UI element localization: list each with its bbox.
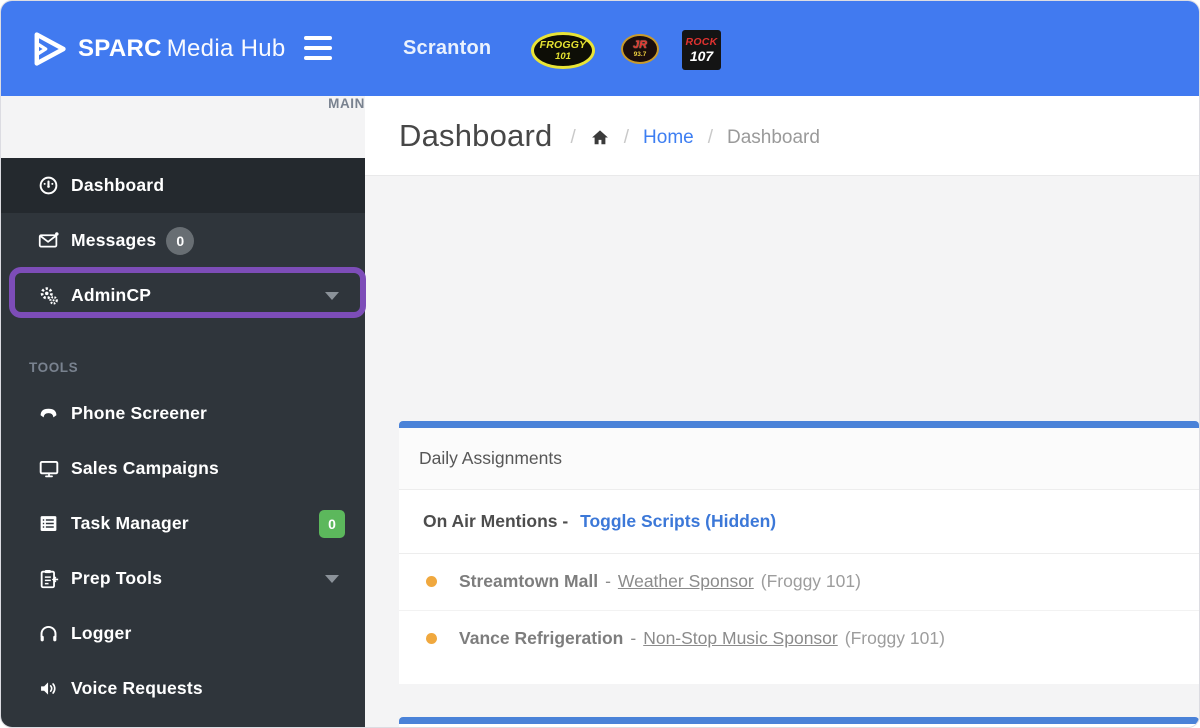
sidebar-item-prep-tools[interactable]: Prep Tools [1, 551, 365, 606]
menu-toggle-button[interactable] [304, 36, 332, 60]
toggle-scripts-link[interactable]: Toggle Scripts (Hidden) [580, 511, 776, 531]
brand-text: SPARC Media Hub [78, 35, 286, 63]
market-name: Scranton [403, 37, 492, 59]
sidebar-item-task-manager[interactable]: Task Manager 0 [1, 496, 365, 551]
panel-title: Daily Assignments [419, 448, 562, 468]
hamburger-bar [304, 55, 332, 60]
breadcrumb-home-link[interactable]: Home [643, 127, 694, 149]
sidebar-item-label: Logger [71, 623, 132, 643]
station-logo-text: 101 [555, 50, 571, 62]
assignment-dash: - [630, 628, 637, 648]
section-label: MAIN [328, 96, 365, 111]
list-icon [35, 513, 62, 534]
sidebar: MAIN Dashboard Messages 0 AdminCP TOOLS … [1, 96, 365, 727]
on-air-mentions-row: On Air Mentions - Toggle Scripts (Hidden… [399, 490, 1199, 554]
sidebar-item-voice-requests[interactable]: Voice Requests [1, 661, 365, 716]
envelope-icon [35, 230, 62, 251]
task-count-badge: 0 [319, 510, 345, 538]
sidebar-item-label: Sales Campaigns [71, 458, 219, 478]
station-logo-text: FROGGY [539, 39, 587, 51]
messages-count-badge: 0 [166, 226, 195, 255]
bullet-dot-icon [426, 633, 437, 644]
breadcrumb-current: Dashboard [727, 126, 820, 148]
sidebar-item-sales-campaigns[interactable]: Sales Campaigns [1, 441, 365, 496]
assignment-client: Streamtown Mall [459, 571, 599, 591]
sidebar-item-label: AdminCP [71, 285, 152, 305]
assignment-row: Vance Refrigeration - Non-Stop Music Spo… [399, 610, 1199, 684]
headphones-icon [35, 623, 62, 644]
page-title: Dashboard [399, 117, 553, 153]
sidebar-item-label: Voice Requests [71, 678, 203, 698]
sidebar-item-label: Messages [71, 230, 157, 250]
home-icon[interactable] [590, 128, 610, 147]
assignment-station: (Froggy 101) [760, 571, 861, 591]
sidebar-item-dashboard[interactable]: Dashboard [1, 158, 365, 213]
sparc-play-triangle-icon [29, 29, 69, 69]
daily-assignments-panel: Daily Assignments On Air Mentions - Togg… [399, 421, 1199, 684]
breadcrumb: / / Home / Dashboard [570, 127, 819, 149]
phone-handset-icon [35, 403, 62, 424]
sidebar-item-label: Task Manager [71, 513, 189, 533]
assignment-sponsor-link[interactable]: Non-Stop Music Sponsor [643, 628, 838, 649]
station-logo-rock107[interactable]: ROCK 107 [682, 30, 721, 70]
hamburger-bar [304, 45, 332, 51]
assignment-row: Streamtown Mall - Weather Sponsor (Frogg… [399, 554, 1199, 610]
on-air-label: On Air Mentions - [423, 511, 569, 531]
sidebar-item-label: Phone Screener [71, 403, 208, 423]
gears-icon [35, 285, 62, 306]
next-panel-partial [399, 717, 1199, 727]
brand-bold: SPARC [78, 34, 162, 62]
station-logo-froggy101[interactable]: FROGGY 101 [531, 32, 595, 69]
sidebar-item-messages[interactable]: Messages 0 [1, 213, 365, 268]
content-area: Daily Assignments On Air Mentions - Togg… [365, 176, 1199, 727]
brand-light: Media Hub [166, 34, 286, 62]
breadcrumb-separator: / [707, 126, 713, 148]
station-logo-text: JR [632, 38, 648, 51]
station-logo-text: 107 [689, 47, 714, 64]
assignment-sponsor-link[interactable]: Weather Sponsor [618, 571, 754, 592]
hamburger-bar [304, 36, 332, 41]
brand-logo[interactable]: SPARC Media Hub [29, 1, 286, 96]
monitor-icon [35, 458, 62, 479]
app-window: SPARC Media Hub Scranton FROGGY 101 JR 93… [0, 0, 1200, 728]
breadcrumb-separator: / [623, 126, 630, 148]
sidebar-item-admincp[interactable]: AdminCP [1, 268, 365, 323]
gauge-icon [35, 175, 62, 196]
sidebar-item-label: Prep Tools [71, 568, 163, 588]
station-logo-text: 93.7 [633, 50, 647, 58]
assignment-dash: - [605, 571, 611, 591]
breadcrumb-separator: / [570, 126, 576, 148]
clipboard-arrow-icon [35, 568, 62, 590]
bullet-dot-icon [426, 576, 437, 587]
main-content: Dashboard / / Home / Dashboard Daily Ass… [365, 96, 1199, 727]
station-logo-text: ROCK [685, 36, 718, 49]
topbar: SPARC Media Hub Scranton FROGGY 101 JR 93… [1, 1, 1199, 96]
sidebar-section-tools: TOOLS [1, 323, 365, 386]
sidebar-item-phone-screener[interactable]: Phone Screener [1, 386, 365, 441]
panel-header: Daily Assignments [399, 428, 1199, 490]
station-logo-jr937[interactable]: JR 93.7 [621, 34, 659, 64]
chevron-down-icon [325, 575, 339, 583]
content-header: Dashboard / / Home / Dashboard [365, 96, 1199, 176]
sidebar-item-label: Dashboard [71, 175, 165, 195]
assignment-client: Vance Refrigeration [459, 628, 624, 648]
sidebar-item-logger[interactable]: Logger [1, 606, 365, 661]
sidebar-section-main: MAIN [1, 96, 365, 158]
assignment-station: (Froggy 101) [844, 628, 945, 648]
section-label: TOOLS [29, 360, 79, 375]
chevron-down-icon [325, 292, 339, 300]
speaker-icon [35, 678, 62, 699]
